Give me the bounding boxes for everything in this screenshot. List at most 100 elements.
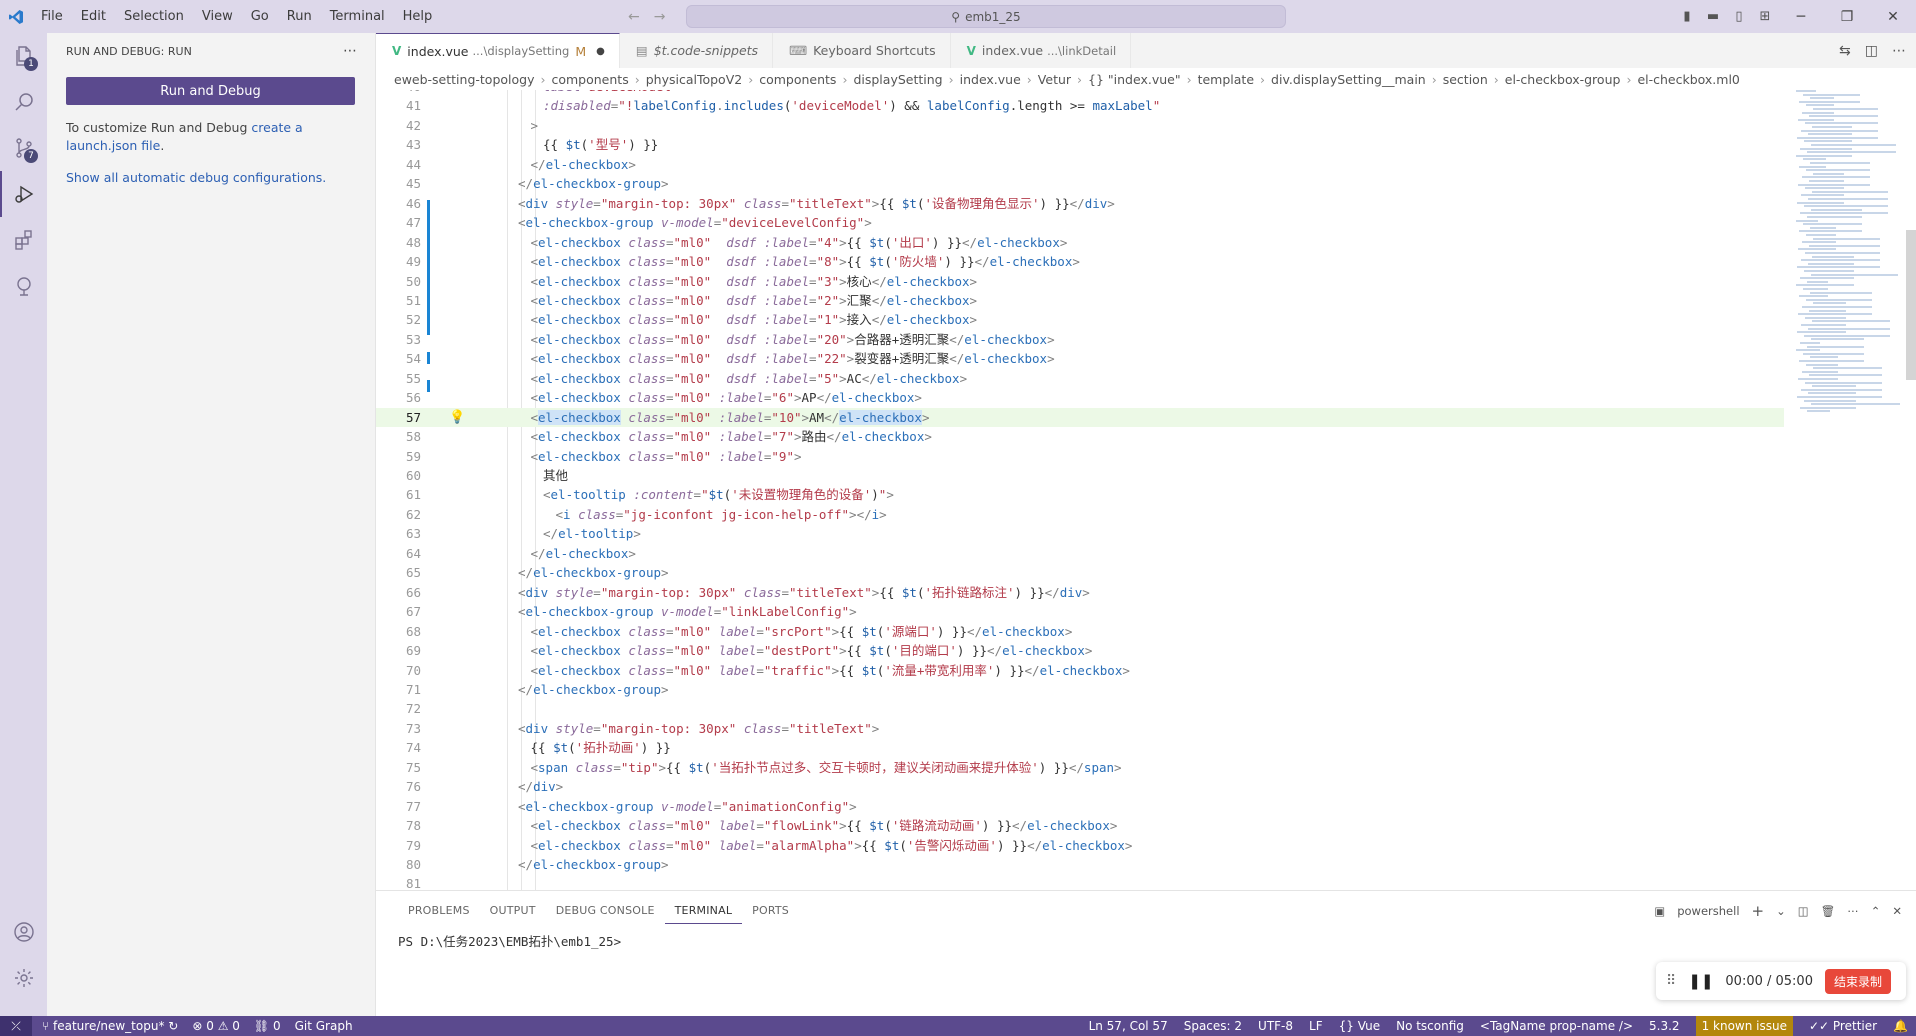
- git-branch[interactable]: ⑂ feature/new_topu* ↻: [42, 1019, 178, 1033]
- problems-status[interactable]: ⊗ 0 ⚠ 0: [192, 1019, 240, 1033]
- breadcrumb-item[interactable]: components: [759, 72, 836, 87]
- source-control-icon[interactable]: 7: [0, 125, 47, 171]
- code-line[interactable]: 64 </el-checkbox>: [376, 544, 1784, 563]
- terminal-prompt[interactable]: PS D:\任务2023\EMB拓扑\emb1_25>: [398, 931, 621, 950]
- breadcrumb-item[interactable]: physicalTopoV2: [646, 72, 743, 87]
- lightbulb-icon[interactable]: 💡: [449, 408, 465, 427]
- remote-explorer-icon[interactable]: [0, 263, 47, 309]
- terminal-shell-name[interactable]: powershell: [1677, 904, 1739, 918]
- code-line[interactable]: 74 {{ $t('拓扑动画') }}: [376, 738, 1784, 757]
- code-line[interactable]: 69 <el-checkbox class="ml0" label="destPo…: [376, 641, 1784, 660]
- remote-indicator-icon[interactable]: ⤫: [0, 1016, 32, 1036]
- code-line[interactable]: 57 💡 <el-checkbox class="ml0" :label="10">…: [376, 407, 1784, 427]
- compare-changes-icon[interactable]: ⇆: [1839, 43, 1851, 59]
- encoding[interactable]: UTF-8: [1258, 1019, 1293, 1033]
- code-line[interactable]: 78 <el-checkbox class="ml0" label="flowLi…: [376, 816, 1784, 835]
- code-line[interactable]: 70 <el-checkbox class="ml0" label="traffi…: [376, 661, 1784, 680]
- code-line[interactable]: 48 <el-checkbox class="ml0" dsdf :label="…: [376, 233, 1784, 252]
- git-graph-button[interactable]: Git Graph: [295, 1019, 353, 1033]
- code-line[interactable]: 54 <el-checkbox class="ml0" dsdf :label="…: [376, 349, 1784, 368]
- close-panel-icon[interactable]: ✕: [1892, 904, 1902, 918]
- toggle-panel-icon[interactable]: ▬: [1700, 9, 1726, 24]
- sync-icon[interactable]: ↻: [168, 1019, 178, 1033]
- code-line[interactable]: 46 <div style="margin-top: 30px" class="t…: [376, 194, 1784, 213]
- close-window-icon[interactable]: ✕: [1870, 9, 1916, 25]
- code-line[interactable]: 52 <el-checkbox class="ml0" dsdf :label="…: [376, 310, 1784, 329]
- drag-handle-icon[interactable]: ⠿: [1666, 973, 1676, 989]
- split-editor-icon[interactable]: ◫: [1865, 43, 1878, 59]
- code-line[interactable]: 59 <el-checkbox class="ml0" :label="9">: [376, 447, 1784, 466]
- code-line[interactable]: 41:disabled="!labelConfig.includes('devi…: [376, 96, 1784, 115]
- code-line[interactable]: 61 <el-tooltip :content="$t('未设置物理角色的设备')…: [376, 485, 1784, 504]
- tab-keyboard-shortcuts[interactable]: ⌨ Keyboard Shortcuts: [773, 33, 951, 68]
- forward-arrow-icon[interactable]: →: [654, 9, 666, 25]
- breadcrumb-item[interactable]: template: [1198, 72, 1254, 87]
- breadcrumb-item[interactable]: section: [1443, 72, 1488, 87]
- settings-gear-icon[interactable]: [0, 955, 47, 1001]
- split-terminal-icon[interactable]: ◫: [1798, 904, 1809, 918]
- tab-index-vue-displaysetting[interactable]: V index.vue ...\displaySetting M ●: [376, 33, 620, 68]
- menu-file[interactable]: File: [32, 0, 72, 33]
- trash-icon[interactable]: 🗑: [1821, 904, 1836, 918]
- menu-go[interactable]: Go: [242, 0, 278, 33]
- breadcrumb-item[interactable]: el-checkbox-group: [1505, 72, 1621, 87]
- tab-terminal[interactable]: TERMINAL: [664, 899, 743, 924]
- code-editor[interactable]: 40label=deviceModel"41:disabled="!labelC…: [376, 90, 1916, 890]
- menu-terminal[interactable]: Terminal: [321, 0, 394, 33]
- code-line[interactable]: 77 <el-checkbox-group v-model="animationC…: [376, 797, 1784, 816]
- code-line[interactable]: 75 <span class="tip">{{ $t('当拓扑节点过多、交互卡顿时…: [376, 758, 1784, 777]
- code-line[interactable]: 53 <el-checkbox class="ml0" dsdf :label="…: [376, 330, 1784, 349]
- pause-icon[interactable]: ❚❚: [1688, 972, 1713, 990]
- account-icon[interactable]: [0, 909, 47, 955]
- breadcrumb-item[interactable]: div.displaySetting__main: [1271, 72, 1426, 87]
- code-line[interactable]: 58 <el-checkbox class="ml0" :label="7">路由…: [376, 427, 1784, 446]
- restore-icon[interactable]: ❐: [1824, 9, 1870, 25]
- tab-output[interactable]: OUTPUT: [480, 899, 546, 923]
- code-line[interactable]: 73 <div style="margin-top: 30px" class="t…: [376, 719, 1784, 738]
- new-terminal-icon[interactable]: +: [1752, 902, 1765, 920]
- code-line[interactable]: 45 </el-checkbox-group>: [376, 174, 1784, 193]
- code-line[interactable]: 55 <el-checkbox class="ml0" dsdf :label="…: [376, 369, 1784, 388]
- more-actions-icon[interactable]: ⋯: [343, 43, 357, 59]
- indentation[interactable]: Spaces: 2: [1184, 1019, 1242, 1033]
- breadcrumb-item[interactable]: components: [551, 72, 628, 87]
- tab-code-snippets[interactable]: ▤ $t.code-snippets: [620, 33, 774, 68]
- breadcrumb-item[interactable]: index.vue: [960, 72, 1021, 87]
- panel-more-icon[interactable]: ⋯: [1847, 904, 1859, 918]
- language-mode[interactable]: {} Vue: [1339, 1019, 1380, 1033]
- menu-help[interactable]: Help: [394, 0, 442, 33]
- menu-run[interactable]: Run: [278, 0, 321, 33]
- code-line[interactable]: 80 </el-checkbox-group>: [376, 855, 1784, 874]
- show-debug-configurations-link[interactable]: Show all automatic debug configurations.: [66, 169, 355, 187]
- code-line[interactable]: 62 <i class="jg-iconfont jg-icon-help-off…: [376, 505, 1784, 524]
- code-line[interactable]: 43 {{ $t('型号') }}: [376, 135, 1784, 154]
- toggle-sidebar-icon[interactable]: ▮: [1674, 9, 1700, 24]
- code-line[interactable]: 47 <el-checkbox-group v-model="deviceLeve…: [376, 213, 1784, 232]
- code-line[interactable]: 60 其他: [376, 466, 1784, 485]
- code-line[interactable]: 49 <el-checkbox class="ml0" dsdf :label="…: [376, 252, 1784, 271]
- vue-version[interactable]: 5.3.2: [1649, 1019, 1680, 1033]
- breadcrumb-item[interactable]: Vetur: [1038, 72, 1071, 87]
- breadcrumb-item[interactable]: displaySetting: [853, 72, 942, 87]
- ports-status[interactable]: ⛓ 0: [254, 1019, 281, 1033]
- tab-problems[interactable]: PROBLEMS: [398, 899, 480, 923]
- code-line[interactable]: 65 </el-checkbox-group>: [376, 563, 1784, 582]
- code-line[interactable]: 51 <el-checkbox class="ml0" dsdf :label="…: [376, 291, 1784, 310]
- breadcrumb-item[interactable]: el-checkbox.ml0: [1637, 72, 1739, 87]
- minimap[interactable]: [1790, 90, 1900, 450]
- stop-recording-button[interactable]: 结束录制: [1824, 968, 1891, 994]
- chevron-down-icon[interactable]: ⌄: [1776, 904, 1786, 918]
- code-line[interactable]: 44 </el-checkbox>: [376, 155, 1784, 174]
- code-line[interactable]: 50 <el-checkbox class="ml0" dsdf :label="…: [376, 272, 1784, 291]
- code-line[interactable]: 71 </el-checkbox-group>: [376, 680, 1784, 699]
- minimize-icon[interactable]: ─: [1778, 9, 1824, 25]
- tag-casing[interactable]: <TagName prop-name />: [1480, 1019, 1633, 1033]
- menu-selection[interactable]: Selection: [115, 0, 193, 33]
- code-line[interactable]: 72: [376, 699, 1784, 718]
- menu-edit[interactable]: Edit: [72, 0, 115, 33]
- code-line[interactable]: 63 </el-tooltip>: [376, 524, 1784, 543]
- search-view-icon[interactable]: [0, 79, 47, 125]
- tsconfig-status[interactable]: No tsconfig: [1396, 1019, 1464, 1033]
- code-line[interactable]: 79 <el-checkbox class="ml0" label="alarmA…: [376, 836, 1784, 855]
- editor-scrollbar[interactable]: [1906, 230, 1916, 380]
